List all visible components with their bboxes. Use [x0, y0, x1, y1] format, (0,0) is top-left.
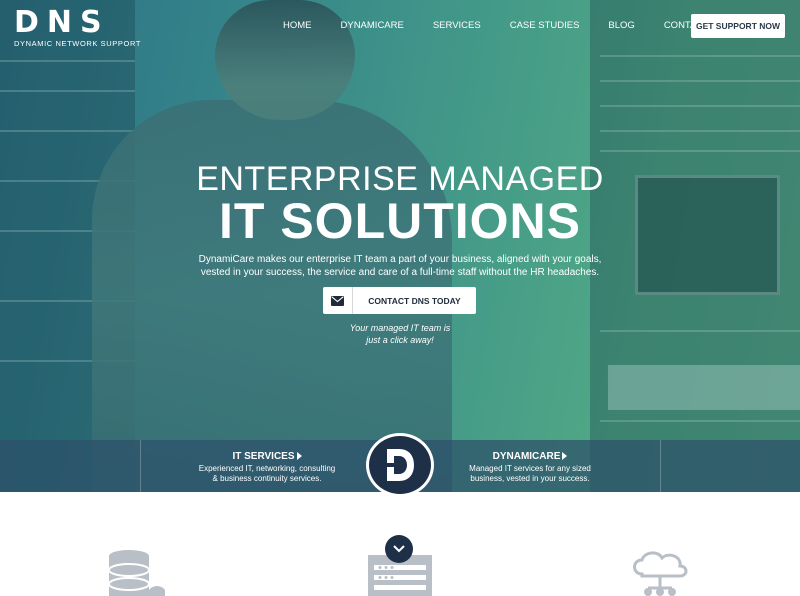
it-services-title-text: IT SERVICES: [232, 451, 295, 462]
feature-divider: [660, 440, 661, 492]
it-services-desc-line1: Experienced IT, networking, consulting: [198, 464, 336, 473]
contact-dns-label: CONTACT DNS TODAY: [368, 295, 461, 306]
contact-dns-button[interactable]: CONTACT DNS TODAY: [323, 287, 476, 314]
database-icon: [108, 550, 165, 596]
feature-divider: [140, 440, 141, 492]
dynamicare-title: DYNAMICARE: [460, 451, 600, 462]
nav-item-case-studies[interactable]: CASE STUDIES: [510, 20, 580, 31]
hero-note-line1: Your managed IT team is: [349, 323, 451, 333]
it-services-link[interactable]: IT SERVICES Experienced IT, networking, …: [192, 451, 342, 484]
logo-tagline: DYNAMIC NETWORK SUPPORT: [14, 39, 142, 48]
hero-note: Your managed IT team is just a click awa…: [0, 322, 800, 346]
nav-item-home[interactable]: HOME: [283, 20, 312, 31]
dynamicare-desc-line1: Managed IT services for any sized: [469, 464, 591, 473]
it-services-desc-line2: & business continuity services.: [212, 474, 322, 483]
envelope-icon: [323, 287, 353, 314]
dynamicare-desc-line2: business, vested in your success.: [470, 474, 590, 483]
hero-title-line2: IT SOLUTIONS: [219, 193, 581, 249]
nav-item-blog[interactable]: BLOG: [608, 20, 634, 31]
it-services-title: IT SERVICES: [192, 451, 342, 462]
main-nav: HOME DYNAMICARE SERVICES CASE STUDIES BL…: [283, 20, 754, 31]
hero-note-line2: just a click away!: [366, 335, 434, 345]
logo-mark: DNS: [14, 5, 110, 40]
cloud-network-icon: [633, 551, 688, 596]
hero-description: DynamiCare makes our enterprise IT team …: [198, 254, 602, 278]
caret-right-icon: [296, 452, 302, 461]
dns-badge-logo: [366, 433, 434, 497]
caret-right-icon: [562, 452, 568, 461]
site-logo[interactable]: DNS DYNAMIC NETWORK SUPPORT: [14, 5, 142, 49]
nav-item-services[interactable]: SERVICES: [433, 20, 481, 31]
nav-item-dynamicare[interactable]: DYNAMICARE: [341, 20, 404, 31]
d-letter-icon: [384, 449, 414, 481]
dynamicare-title-text: DYNAMICARE: [492, 451, 561, 462]
dynamicare-link[interactable]: DYNAMICARE Managed IT services for any s…: [460, 451, 600, 484]
scroll-down-button[interactable]: [385, 535, 413, 563]
chevron-down-icon: [393, 545, 405, 553]
get-support-button[interactable]: GET SUPPORT NOW: [691, 14, 785, 38]
